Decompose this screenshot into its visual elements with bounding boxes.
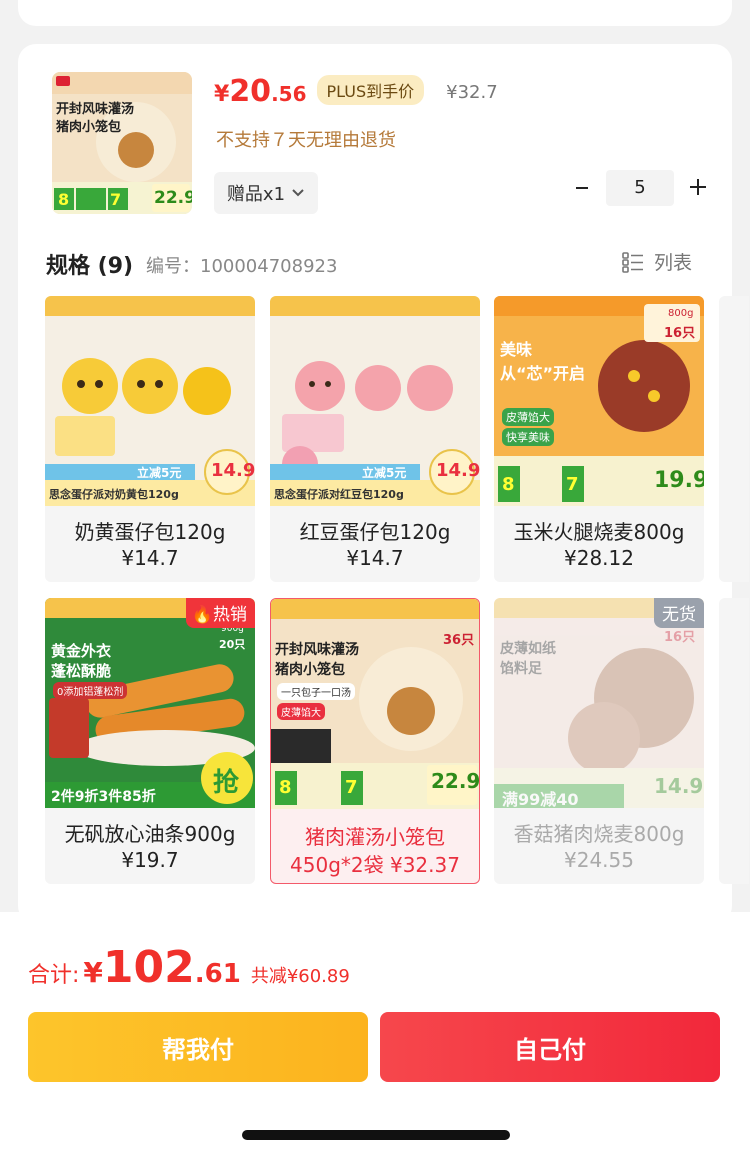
item-promo-b: 7 <box>566 474 579 495</box>
checkout-footer: 合计: ¥ 102 .61 共减¥60.89 帮我付 自己付 <box>0 912 750 1154</box>
spec-item-redbean-bun[interactable]: 立减5元 思念蛋仔派对红豆包120g 14.9 红豆蛋仔包120g ¥14.7 <box>270 296 480 582</box>
item-img-price: 14.9 <box>211 460 255 481</box>
item-bottom-promo: 2件9折3件85折 <box>51 789 156 805</box>
quantity-input[interactable]: 5 <box>606 170 674 206</box>
item-img-title-2: 蓬松酥脆 <box>51 662 112 680</box>
minus-icon <box>576 187 588 189</box>
item-tag-1: 0添加铝蓬松剂 <box>53 682 128 699</box>
item-name: 玉米火腿烧麦800g <box>513 520 685 544</box>
item-price: ¥14.7 <box>346 546 404 570</box>
item-image: 立减5元 思念蛋仔派对红豆包120g 14.9 <box>270 296 480 506</box>
item-count: 16只 <box>664 326 696 341</box>
fire-icon: 🔥 <box>191 605 213 625</box>
original-price: ¥32.7 <box>446 82 498 103</box>
return-policy-notice: 不支持７天无理由退货 <box>216 130 396 151</box>
item-img-title-1: 开封风味灌汤 <box>275 642 359 658</box>
item-count: 20只 <box>219 638 246 651</box>
item-image: 黄金外衣 蓬松酥脆 0添加铝蓬松剂 900g 20只 2件9折3件85折 抢 <box>45 598 255 808</box>
item-count: 36只 <box>443 633 475 648</box>
spec-item-peek[interactable] <box>719 598 749 884</box>
item-img-title-1: 皮薄如纸 <box>500 641 556 657</box>
total-decimal: .61 <box>194 959 241 989</box>
item-price: 450g*2袋 ¥32.37 <box>290 853 460 877</box>
item-tag-2: 皮薄馅大 <box>277 703 325 720</box>
spec-item-xiaolongbao-selected[interactable]: 开封风味灌汤 猪肉小笼包 一只包子一口汤 皮薄馅大 36只 8 7 22.9 猪… <box>270 598 480 884</box>
spec-item-custard-bun[interactable]: 立减5元 思念蛋仔派对奶黄包120g 14.9 奶黄蛋仔包120g ¥14.7 <box>45 296 255 582</box>
item-image: 皮薄如纸 馅料足 800g 16只 满99减40 14.9 <box>494 598 704 808</box>
item-name: 香菇猪肉烧麦800g <box>513 822 685 846</box>
item-price: ¥19.7 <box>121 848 179 872</box>
item-promo-a: 8 <box>502 474 515 495</box>
pay-myself-button[interactable]: 自己付 <box>380 1012 720 1082</box>
item-price: ¥28.12 <box>564 546 634 570</box>
item-price: ¥14.7 <box>121 546 179 570</box>
item-bottom-promo: 满99减40 <box>502 790 579 808</box>
spec-item-peek[interactable] <box>719 296 749 582</box>
hot-badge-label: 热销 <box>213 605 247 625</box>
price-decimal: .56 <box>271 82 307 106</box>
item-img-price: 19.9 <box>654 468 704 493</box>
out-of-stock-badge: 无货 <box>654 598 704 628</box>
thumbnail-title-2: 猪肉小笼包 <box>56 120 122 135</box>
spec-grid: 立减5元 思念蛋仔派对奶黄包120g 14.9 奶黄蛋仔包120g ¥14.7 … <box>27 252 749 884</box>
item-count: 16只 <box>664 630 696 645</box>
hot-badge: 🔥热销 <box>185 598 255 628</box>
thumbnail-title-1: 开封风味灌汤 <box>56 102 135 117</box>
previous-card <box>18 0 732 26</box>
item-promo-a: 8 <box>279 777 292 798</box>
decrease-button[interactable] <box>564 173 600 203</box>
item-img-title-2: 馅料足 <box>500 661 542 677</box>
total-savings: 共减¥60.89 <box>250 966 350 987</box>
thumbnail-promo-b: 7 <box>110 190 122 209</box>
item-img-title: 美味从“芯”开启 <box>500 340 586 383</box>
spec-item-corn-shumai[interactable]: 美味从“芯”开启 皮薄馅大 快享美味 800g 16只 8 7 19.9 玉米火… <box>494 296 704 582</box>
total-currency: ¥ <box>83 956 103 989</box>
price-row: ¥ 20 .56 PLUS到手价 ¥32.7 <box>214 74 498 118</box>
thumbnail-price: 22.9 <box>154 188 192 208</box>
spec-item-youtiao[interactable]: 🔥热销 黄金外衣 蓬松酥脆 0添加铝蓬松剂 900g 20只 2件9折3件85折… <box>45 598 255 884</box>
item-tag-1: 皮薄馅大 <box>502 408 554 426</box>
item-promo-b: 7 <box>345 777 358 798</box>
item-tag-1: 一只包子一口汤 <box>277 683 355 700</box>
item-image: 开封风味灌汤 猪肉小笼包 一只包子一口汤 皮薄馅大 36只 8 7 22.9 <box>271 599 480 809</box>
item-img-price: 22.9 <box>431 769 480 793</box>
item-name: 奶黄蛋仔包120g <box>74 520 226 544</box>
quantity-stepper: 5 <box>564 170 716 206</box>
plus-icon <box>690 179 706 195</box>
chevron-down-icon <box>292 189 304 197</box>
item-img-title-1: 黄金外衣 <box>51 642 112 660</box>
spec-item-mushroom-shumai[interactable]: 无货 皮薄如纸 馅料足 800g 16只 满99减40 14.9 香菇猪肉烧麦8… <box>494 598 704 884</box>
thumbnail-promo-a: 8 <box>58 190 70 209</box>
item-img-price: 14.9 <box>654 774 704 798</box>
plus-price-tag: PLUS到手价 <box>316 75 425 105</box>
item-img-title-2: 猪肉小笼包 <box>275 662 345 678</box>
item-img-price: 14.9 <box>436 460 480 481</box>
item-promo: 立减5元 <box>362 466 407 480</box>
item-weight: 800g <box>668 308 694 319</box>
item-name: 红豆蛋仔包120g <box>299 520 451 544</box>
product-thumbnail: 开封风味灌汤 猪肉小笼包 8 7 22.9 <box>52 72 192 214</box>
price-integer: 20 <box>229 74 272 109</box>
home-indicator[interactable] <box>242 1130 510 1140</box>
help-me-pay-button[interactable]: 帮我付 <box>28 1012 368 1082</box>
gift-selector[interactable]: 赠品x1 <box>214 172 318 214</box>
total-integer: 102 <box>102 942 195 993</box>
item-banner: 思念蛋仔派对奶黄包120g <box>49 488 179 501</box>
item-name: 猪肉灌汤小笼包 <box>305 825 445 849</box>
item-grab-label: 抢 <box>213 768 240 798</box>
total-row: 合计: ¥ 102 .61 共减¥60.89 <box>28 942 350 993</box>
gift-label: 赠品x1 <box>226 184 286 205</box>
item-image: 美味从“芯”开启 皮薄馅大 快享美味 800g 16只 8 7 19.9 <box>494 296 704 506</box>
item-price: ¥24.55 <box>564 848 634 872</box>
item-name: 无矾放心油条900g <box>64 822 236 846</box>
item-tag-2: 快享美味 <box>502 428 554 446</box>
price-currency: ¥ <box>214 82 230 107</box>
item-promo: 立减5元 <box>137 466 182 480</box>
item-image: 立减5元 思念蛋仔派对奶黄包120g 14.9 <box>45 296 255 506</box>
increase-button[interactable] <box>680 173 716 203</box>
item-banner: 思念蛋仔派对红豆包120g <box>274 488 404 501</box>
total-label: 合计: <box>28 963 80 988</box>
